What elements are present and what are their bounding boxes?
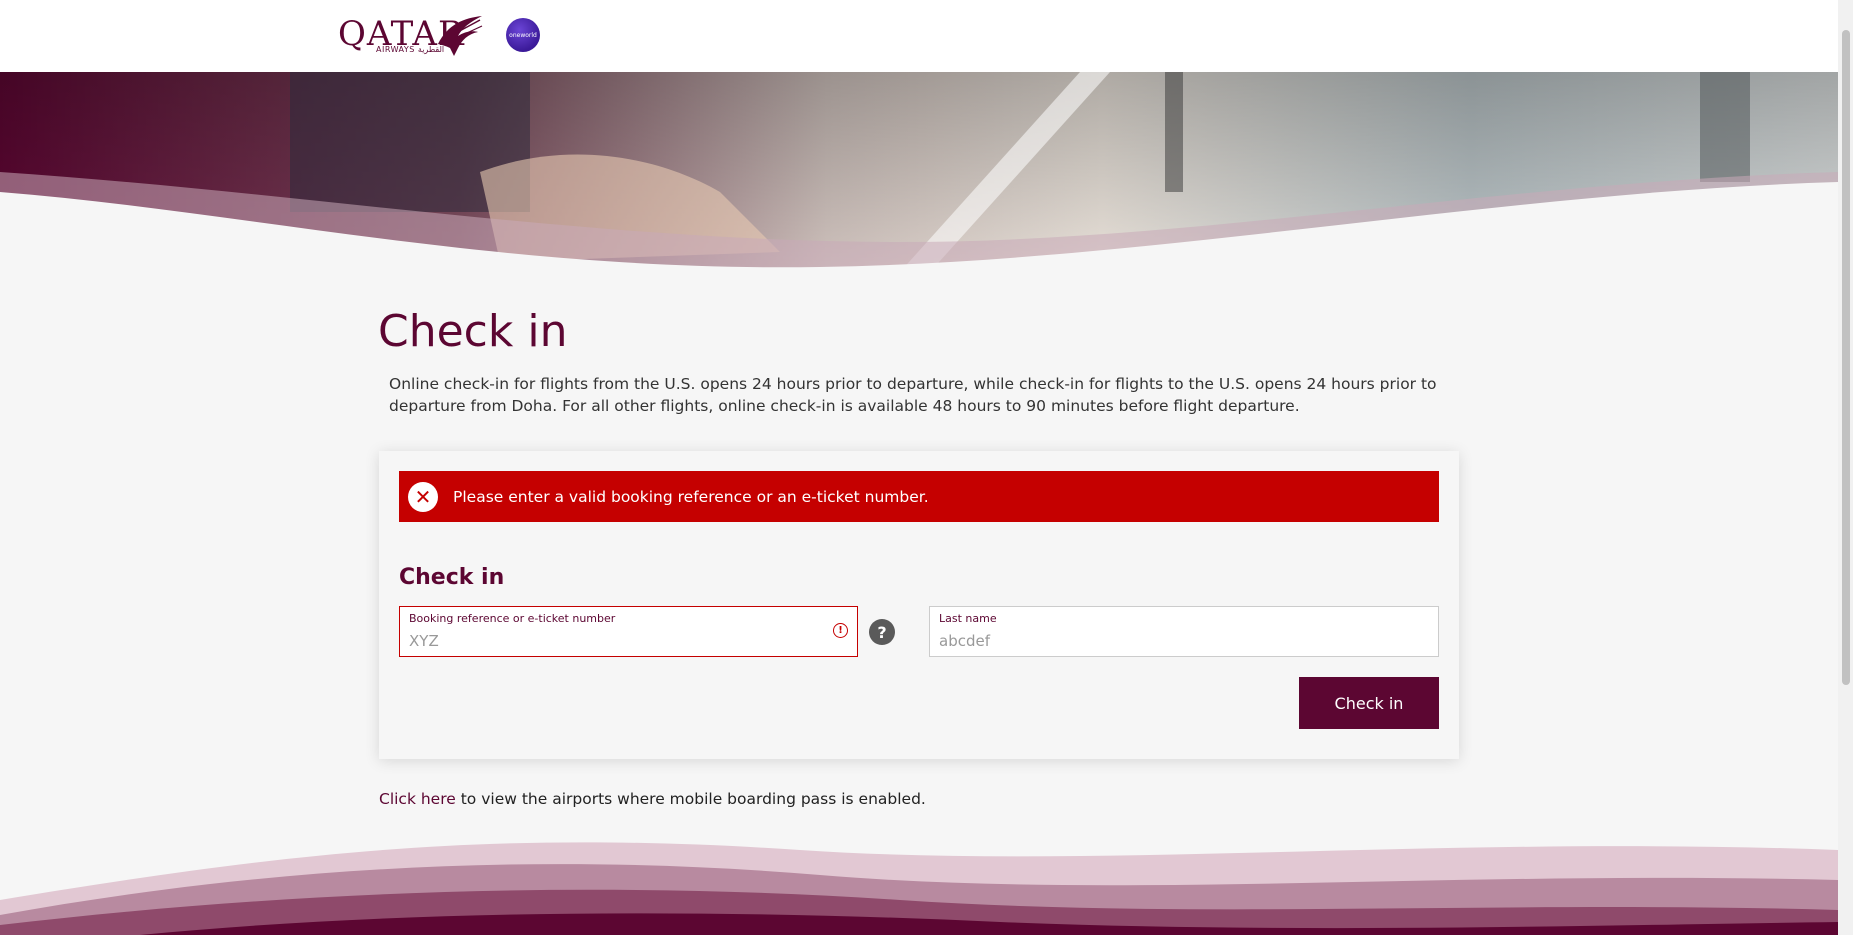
hero-image: [0, 72, 1838, 272]
booking-reference-field[interactable]: Booking reference or e-ticket number !: [399, 606, 858, 657]
qatar-airways-logo[interactable]: QATAR AIRWAYS القطرية: [338, 14, 484, 56]
checkin-form-card: ✕ Please enter a valid booking reference…: [379, 451, 1459, 759]
close-circle-icon: ✕: [408, 481, 438, 512]
exclamation-circle-icon: !: [833, 623, 848, 638]
checkin-info-text: Online check-in for flights from the U.S…: [389, 375, 1437, 415]
error-message: Please enter a valid booking reference o…: [453, 487, 929, 506]
form-title: Check in: [399, 565, 505, 590]
last-name-field[interactable]: Last name: [929, 606, 1439, 657]
oryx-icon: [438, 16, 483, 56]
check-in-button[interactable]: Check in: [1299, 677, 1439, 729]
page-scrollbar[interactable]: [1838, 0, 1853, 935]
click-here-link[interactable]: Click here: [379, 790, 456, 808]
booking-reference-label: Booking reference or e-ticket number: [409, 612, 616, 625]
site-header: QATAR AIRWAYS القطرية oneworld: [0, 0, 1838, 72]
question-circle-icon[interactable]: ?: [869, 619, 895, 645]
page-title: Check in: [378, 306, 568, 357]
error-banner: ✕ Please enter a valid booking reference…: [399, 471, 1439, 522]
mobile-boarding-note: Click here to view the airports where mo…: [379, 790, 926, 808]
hero-banner: [0, 72, 1838, 272]
oneworld-logo[interactable]: oneworld: [506, 18, 540, 52]
footer-wave-decoration: [0, 842, 1838, 935]
last-name-input[interactable]: [939, 629, 1359, 653]
booking-reference-input[interactable]: [409, 629, 829, 653]
scrollbar-thumb[interactable]: [1842, 30, 1850, 685]
last-name-label: Last name: [939, 612, 997, 625]
mobile-boarding-note-text: to view the airports where mobile boardi…: [455, 790, 926, 808]
